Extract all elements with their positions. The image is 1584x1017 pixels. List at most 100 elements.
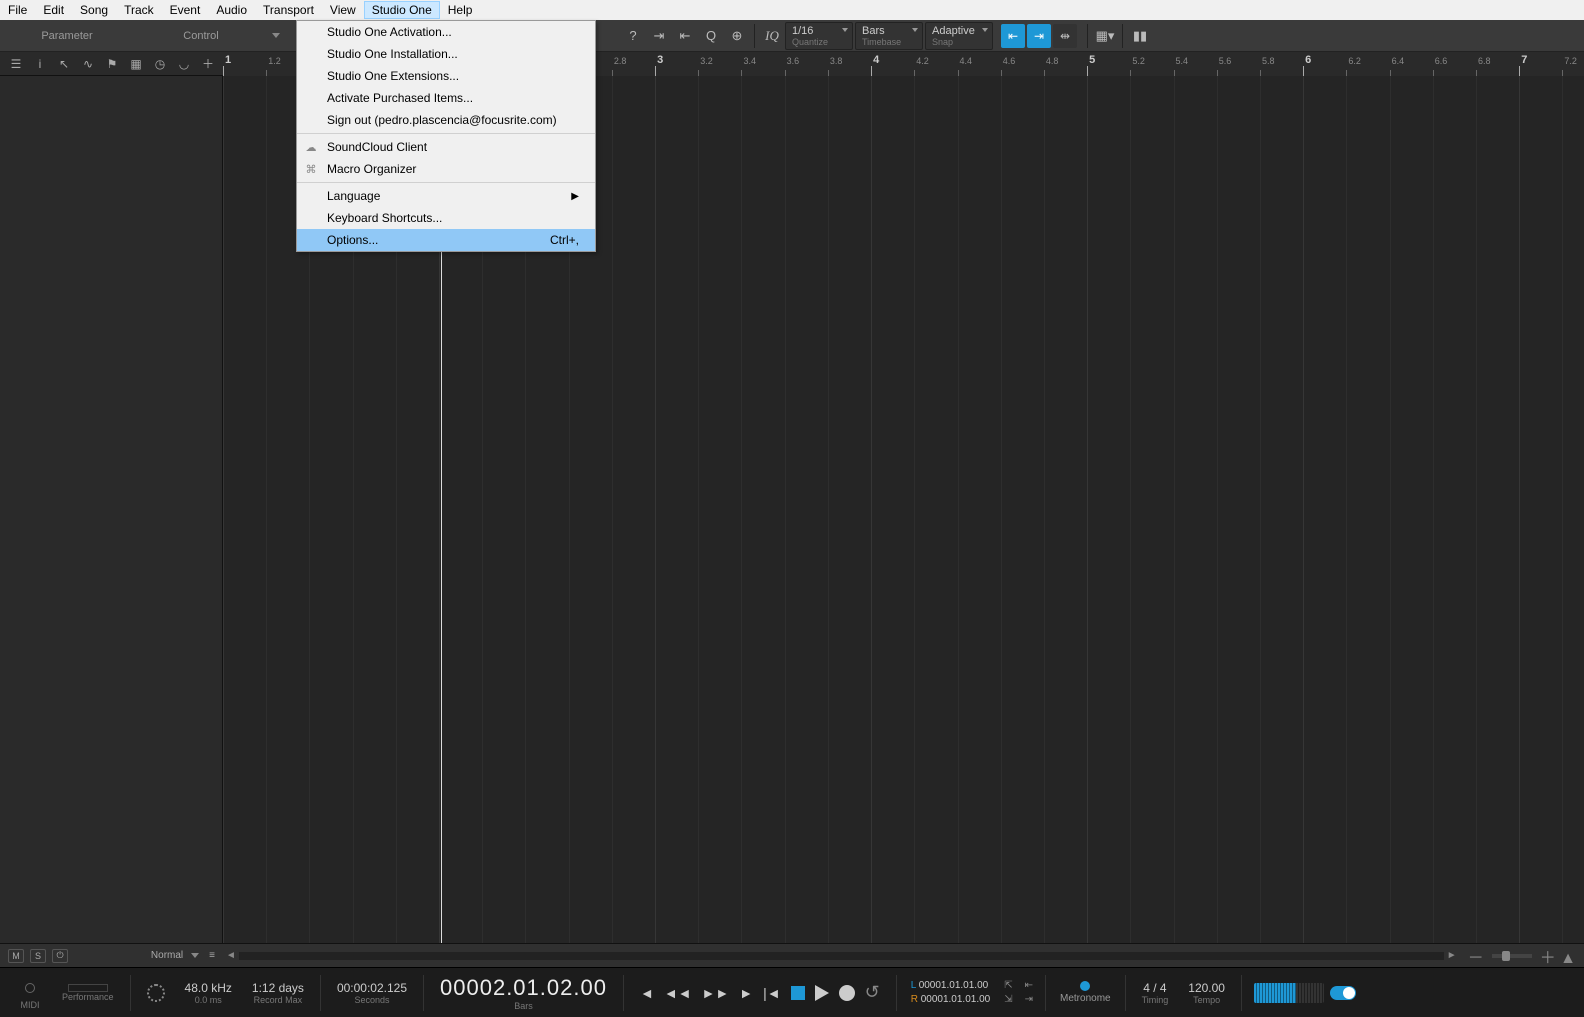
flag-tool-icon[interactable]: ⚑: [100, 54, 124, 74]
track-list-panel: [0, 76, 223, 943]
ruler-label: 3.2: [700, 56, 713, 66]
ruler-label: 1: [225, 54, 231, 66]
tracklist-icon[interactable]: ☰: [4, 54, 28, 74]
ruler-label: 5.8: [1262, 56, 1275, 66]
video-icon[interactable]: ▮▮: [1127, 23, 1153, 49]
ruler-label: 3.4: [743, 56, 756, 66]
info-tool-icon[interactable]: i: [28, 54, 52, 74]
menuitem-soundcloud-client[interactable]: ☁SoundCloud Client: [297, 136, 595, 158]
menu-event[interactable]: Event: [162, 1, 209, 19]
menuitem-label: Options...: [327, 233, 378, 247]
record-button[interactable]: [839, 985, 855, 1001]
scroll-right-icon[interactable]: ►: [1444, 948, 1460, 964]
menu-edit[interactable]: Edit: [35, 1, 72, 19]
arrow-tool-icon[interactable]: ↖: [52, 54, 76, 74]
tempo-display[interactable]: 120.00 Tempo: [1178, 973, 1235, 1013]
return-to-start-button[interactable]: |◄: [763, 985, 781, 1001]
menu-audio[interactable]: Audio: [208, 1, 255, 19]
ruler-label: 7.2: [1564, 56, 1577, 66]
ruler-label: 1.2: [268, 56, 281, 66]
menu-studio-one[interactable]: Studio One: [364, 1, 440, 19]
ruler-label: 4: [873, 54, 879, 66]
metronome-toggle[interactable]: Metronome: [1052, 981, 1119, 1004]
menu-transport[interactable]: Transport: [255, 1, 322, 19]
magnify-icon[interactable]: Q: [698, 23, 724, 49]
menuitem-studio-one-installation[interactable]: Studio One Installation...: [297, 43, 595, 65]
timebase-selector[interactable]: BarsTimebase: [855, 22, 923, 50]
zoom-controls[interactable]: －＋ ▲: [1460, 944, 1584, 968]
help-icon[interactable]: ?: [620, 23, 646, 49]
snap-end-icon[interactable]: ⇥: [1027, 24, 1051, 48]
submenu-arrow-icon: ▶: [571, 191, 587, 202]
studio-one-menu-dropdown: Studio One Activation...Studio One Insta…: [296, 20, 596, 252]
add-tool-icon[interactable]: ＋: [196, 54, 220, 74]
target-icon[interactable]: ⊕: [724, 23, 750, 49]
loop-button[interactable]: ↺: [865, 982, 880, 1003]
menuitem-options[interactable]: Options...Ctrl+,: [297, 229, 595, 251]
menuitem-studio-one-extensions[interactable]: Studio One Extensions...: [297, 65, 595, 87]
menuitem-language[interactable]: Language▶: [297, 185, 595, 207]
macro-icon: ⌘: [303, 161, 319, 177]
draw-tool-icon[interactable]: ∿: [76, 54, 100, 74]
quantize-selector[interactable]: 1/16Quantize: [785, 22, 853, 50]
menuitem-label: Studio One Extensions...: [327, 69, 459, 83]
snap-selector[interactable]: AdaptiveSnap: [925, 22, 993, 50]
timer-tool-icon[interactable]: ◷: [148, 54, 172, 74]
menuitem-sign-out-pedro-plascencia-focusrite-com[interactable]: Sign out (pedro.plascencia@focusrite.com…: [297, 109, 595, 131]
menu-song[interactable]: Song: [72, 1, 116, 19]
locator-display[interactable]: L 00001.01.01.00 R 00001.01.01.00: [903, 979, 999, 1007]
snap-start-icon[interactable]: ⇤: [1001, 24, 1025, 48]
menuitem-macro-organizer[interactable]: ⌘Macro Organizer: [297, 158, 595, 180]
sample-rate-display[interactable]: 48.0 kHz 0.0 ms: [175, 973, 242, 1013]
rewind-button[interactable]: ◄◄: [664, 985, 692, 1001]
menuitem-activate-purchased-items[interactable]: Activate Purchased Items...: [297, 87, 595, 109]
ruler-label: 6.2: [1348, 56, 1361, 66]
mute-all-button[interactable]: M: [8, 949, 24, 963]
autoscroll-back-icon[interactable]: ⇤: [672, 23, 698, 49]
snap-events-icon[interactable]: ⇹: [1053, 24, 1077, 48]
menuitem-studio-one-activation[interactable]: Studio One Activation...: [297, 21, 595, 43]
ruler-label: 7: [1521, 54, 1527, 66]
menu-help[interactable]: Help: [440, 1, 481, 19]
arrange-area: M S ⏻ Normal ≡ ◄ ► －＋ ▲: [0, 76, 1584, 967]
track-footer-controls: M S ⏻ Normal ≡: [0, 943, 223, 967]
control-dropdown-icon[interactable]: [272, 33, 280, 38]
ruler-label: 4.6: [1003, 56, 1016, 66]
performance-meter[interactable]: Performance: [52, 973, 124, 1013]
forward-button[interactable]: ►►: [702, 985, 730, 1001]
ruler-label: 6.4: [1392, 56, 1405, 66]
menu-file[interactable]: File: [0, 1, 35, 19]
ruler-label: 3: [657, 54, 663, 66]
ruler-label: 3.8: [830, 56, 843, 66]
locator-set-buttons[interactable]: ⇱⇲: [998, 980, 1018, 1005]
horizontal-scrollbar[interactable]: ◄ ► －＋ ▲: [223, 943, 1584, 967]
track-height-mode[interactable]: Normal ≡: [151, 950, 215, 961]
iq-button[interactable]: IQ: [759, 23, 785, 49]
scroll-left-icon[interactable]: ◄: [223, 948, 239, 964]
timing-display[interactable]: 4 / 4 Timing: [1132, 973, 1179, 1013]
marker-track-icon[interactable]: ▦▾: [1092, 23, 1118, 49]
grid-tool-icon[interactable]: ▦: [124, 54, 148, 74]
menuitem-label: Sign out (pedro.plascencia@focusrite.com…: [327, 113, 557, 127]
cloud-icon: ☁: [303, 139, 319, 155]
power-button[interactable]: ⏻: [52, 949, 68, 963]
locator-jump-buttons[interactable]: ⇤⇥: [1019, 980, 1039, 1005]
top-toolbar: Parameter Control ? ⇥ ⇤ Q ⊕ IQ 1/16Quant…: [0, 20, 1584, 52]
play-button[interactable]: [815, 985, 829, 1001]
autoscroll-icon[interactable]: ⇥: [646, 23, 672, 49]
rewind-end-button[interactable]: ◄: [640, 985, 654, 1001]
ruler-label: 3.6: [787, 56, 800, 66]
processing-spinner-icon: [147, 984, 165, 1002]
solo-all-button[interactable]: S: [30, 949, 46, 963]
midi-port-icon: [25, 983, 35, 993]
master-toggle[interactable]: [1330, 986, 1356, 1000]
seconds-display[interactable]: 00:00:02.125 Seconds: [327, 973, 417, 1013]
bars-display[interactable]: 00002.01.02.00 Bars: [430, 973, 617, 1013]
menu-track[interactable]: Track: [116, 1, 162, 19]
menuitem-keyboard-shortcuts[interactable]: Keyboard Shortcuts...: [297, 207, 595, 229]
forward-end-button[interactable]: ►: [739, 985, 753, 1001]
menu-view[interactable]: View: [322, 1, 364, 19]
ruler-label: 4.8: [1046, 56, 1059, 66]
stop-button[interactable]: [791, 986, 805, 1000]
bend-tool-icon[interactable]: ◡: [172, 54, 196, 74]
